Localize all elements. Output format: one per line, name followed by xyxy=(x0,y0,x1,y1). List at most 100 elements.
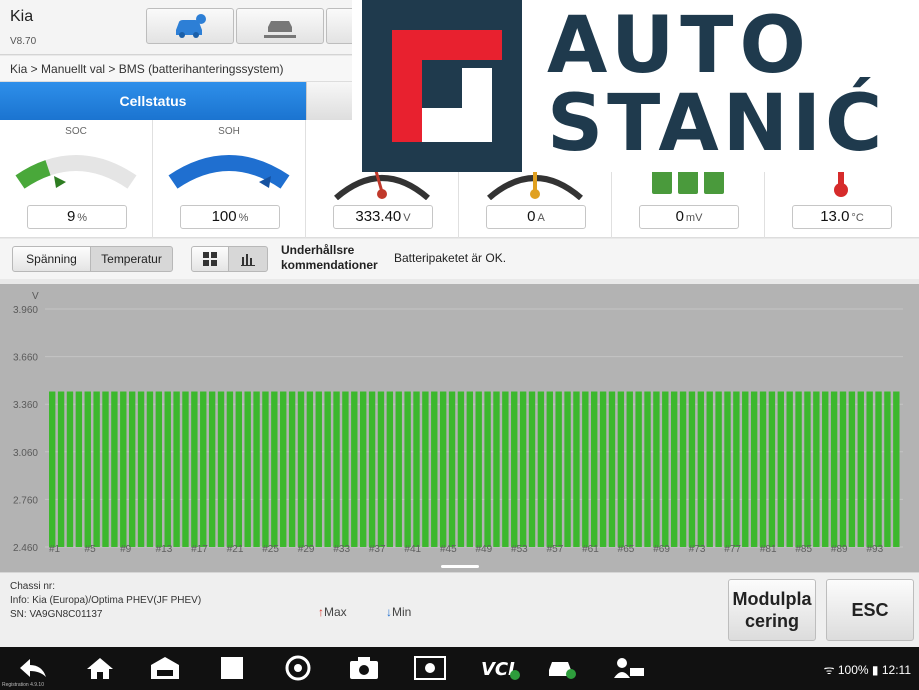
cell-voltage-bar xyxy=(182,391,189,547)
cell-voltage-bar xyxy=(724,391,731,547)
cell-voltage-bar xyxy=(200,391,207,547)
vehicle-check-icon[interactable] xyxy=(545,653,579,683)
cell-voltage-bar xyxy=(191,391,198,547)
y-tick-label: 3.360 xyxy=(13,400,38,411)
bar-chart-view-button[interactable] xyxy=(228,246,268,272)
vehicle-info: Info: Kia (Europa)/Optima PHEV(JF PHEV) xyxy=(10,595,202,606)
cell-voltage-bar xyxy=(484,391,491,547)
esc-button[interactable]: ESC xyxy=(826,579,914,641)
status-bar-right: ᯤ 100% ▮ 12:11 xyxy=(824,661,911,678)
camera-icon[interactable] xyxy=(347,653,381,683)
cell-voltage-bar xyxy=(128,391,136,547)
cell-voltage-bar xyxy=(715,391,722,547)
soc-arc-gauge xyxy=(15,155,137,189)
cell-voltage-bar xyxy=(733,391,740,547)
scroll-handle[interactable] xyxy=(441,565,479,568)
module-placement-button[interactable]: Modulpla cering xyxy=(728,579,816,641)
cell-voltage-bar xyxy=(422,391,429,547)
cell-voltage-bar xyxy=(75,391,83,547)
cell-voltage-bar xyxy=(653,391,660,547)
cell-voltage-bar xyxy=(804,391,811,547)
cell-voltage-bar xyxy=(679,391,687,547)
user-car-icon[interactable] xyxy=(612,653,646,683)
x-tick-label: #73 xyxy=(689,544,706,555)
gauge-voltage-unit: V xyxy=(403,212,411,224)
cell-voltage-bar xyxy=(93,391,100,547)
cell-voltage-bar xyxy=(670,391,678,547)
maintenance-text: Batteripaketet är OK. xyxy=(394,251,507,265)
y-tick-label: 3.660 xyxy=(13,353,38,364)
x-tick-label: #53 xyxy=(511,544,528,555)
x-tick-label: #89 xyxy=(831,544,848,555)
brightness-icon[interactable] xyxy=(413,653,447,683)
gauge-cell-diff-value-box: 0 mV xyxy=(639,205,739,229)
cell-voltage-bar xyxy=(173,391,180,547)
cell-voltage-bar xyxy=(644,391,651,547)
svg-text:VCI: VCI xyxy=(481,659,515,680)
toolbar-vehicle-button[interactable] xyxy=(146,8,234,44)
cell-voltage-bar xyxy=(519,391,527,547)
voltage-toggle-button[interactable]: Spänning xyxy=(12,246,91,272)
x-tick-label: #9 xyxy=(120,544,132,555)
cell-voltage-bar xyxy=(786,391,793,547)
toolbar-car-lift-button[interactable] xyxy=(236,8,324,44)
x-tick-label: #81 xyxy=(760,544,777,555)
temperature-toggle-button[interactable]: Temperatur xyxy=(90,246,173,272)
vci-icon[interactable]: VCI xyxy=(479,653,523,683)
x-tick-label: #17 xyxy=(191,544,208,555)
cell-voltage-bar xyxy=(777,391,785,547)
cell-voltage-bar xyxy=(226,391,234,547)
wifi-icon: ᯤ xyxy=(823,663,838,677)
gauge-soh-value-box: 100% xyxy=(180,205,280,229)
recent-apps-icon[interactable] xyxy=(215,653,249,683)
cell-voltage-bar xyxy=(280,391,287,547)
cell-voltage-bar xyxy=(57,391,65,547)
gauge-current-unit: A xyxy=(537,212,545,224)
cell-voltage-bar xyxy=(377,391,385,547)
cell-voltage-bar xyxy=(235,391,242,547)
gauge-soh-label: SOH xyxy=(218,126,240,137)
cell-voltage-bar xyxy=(244,391,251,547)
browser-icon[interactable] xyxy=(281,653,315,683)
cell-voltage-bar xyxy=(626,391,633,547)
x-tick-label: #41 xyxy=(404,544,421,555)
chassis-label: Chassi nr: xyxy=(10,581,56,592)
y-tick-label: 3.960 xyxy=(13,305,38,316)
cell-voltage-bar xyxy=(813,391,820,547)
cell-voltage-bar xyxy=(271,391,278,547)
x-tick-label: #25 xyxy=(262,544,279,555)
home-icon[interactable] xyxy=(83,653,117,683)
cell-voltage-bar xyxy=(839,391,847,547)
maintenance-label: Underhållsre kommendationer xyxy=(281,243,378,272)
gauge-soc-value-box: 9% xyxy=(27,205,127,229)
gauge-voltage-value-box: 333.40 V xyxy=(333,205,433,229)
gauge-cell-diff-unit: mV xyxy=(685,212,703,224)
x-tick-label: #37 xyxy=(369,544,386,555)
app-version: V8.70 xyxy=(10,36,37,47)
gauge-voltage-value: 333.40 xyxy=(355,208,402,225)
back-icon[interactable] xyxy=(16,653,50,683)
y-axis-unit-label: V xyxy=(32,291,39,302)
grid-icon xyxy=(203,252,217,266)
cell-voltage-bar xyxy=(137,391,145,547)
cell-voltage-bar xyxy=(688,391,696,547)
control-bar: Spänning Temperatur Underhållsre kommend… xyxy=(0,239,919,279)
cell-voltage-bar xyxy=(582,391,589,547)
logo-emblem-icon xyxy=(362,0,522,172)
cell-voltage-bar xyxy=(288,391,296,547)
x-tick-label: #45 xyxy=(440,544,457,555)
cell-voltage-bar xyxy=(448,391,456,547)
cell-voltage-bar xyxy=(706,391,713,547)
legend-min: ↓Min xyxy=(386,605,411,619)
cell-voltage-bar xyxy=(413,391,420,547)
cell-voltage-bar xyxy=(537,391,545,547)
grid-view-button[interactable] xyxy=(191,246,229,272)
cell-voltage-bar xyxy=(475,391,482,547)
cell-voltage-bar xyxy=(511,391,518,547)
tab-cellstatus[interactable]: Cellstatus xyxy=(0,82,306,120)
cell-voltage-bar xyxy=(155,391,163,547)
garage-icon[interactable] xyxy=(148,653,182,683)
cell-voltage-bar xyxy=(875,391,882,547)
cell-voltage-bar xyxy=(608,391,616,547)
cell-voltage-bar xyxy=(146,391,154,547)
